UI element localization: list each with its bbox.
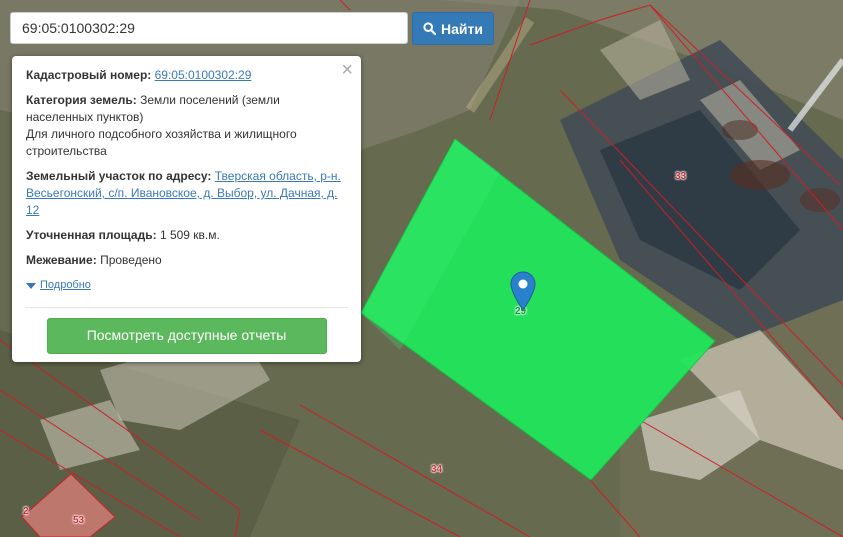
survey-label: Межевание: (26, 253, 97, 267)
cadastral-number-link[interactable]: 69:05:0100302:29 (155, 68, 252, 82)
location-marker-icon[interactable] (510, 271, 536, 311)
area-label: Уточненная площадь: (26, 228, 157, 242)
parcel-info-popup: × Кадастровый номер: 69:05:0100302:29 Ка… (12, 56, 361, 362)
cadastral-number-row: Кадастровый номер: 69:05:0100302:29 (26, 67, 347, 84)
land-category-row: Категория земель: Земли поселений (земли… (26, 92, 347, 160)
plot-number-label: 34 (431, 464, 443, 475)
close-icon[interactable]: × (341, 60, 353, 80)
view-reports-button[interactable]: Посмотреть доступные отчеты (46, 318, 327, 354)
triangle-down-icon (26, 282, 36, 289)
permitted-use-value: Для личного подсобного хозяйства и жилищ… (26, 127, 297, 158)
divider (25, 307, 348, 308)
address-label: Земельный участок по адресу: (26, 169, 212, 183)
search-icon (423, 22, 437, 35)
details-link[interactable]: Подробно (40, 277, 91, 294)
cadastral-number-label: Кадастровый номер: (26, 68, 152, 82)
survey-value: Проведено (100, 253, 162, 267)
address-row: Земельный участок по адресу: Тверская об… (26, 168, 347, 219)
survey-row: Межевание: Проведено (26, 252, 347, 269)
land-category-label: Категория земель: (26, 93, 137, 107)
plot-number-label: 33 (675, 171, 687, 182)
details-toggle[interactable]: Подробно (26, 277, 347, 294)
search-button[interactable]: Найти (412, 12, 494, 45)
plot-number-label: 53 (73, 515, 85, 526)
cadastral-search-input[interactable] (10, 12, 408, 44)
area-row: Уточненная площадь: 1 509 кв.м. (26, 227, 347, 244)
plot-number-label: 2 (23, 506, 29, 517)
area-value: 1 509 кв.м. (159, 228, 220, 242)
search-button-label: Найти (441, 20, 483, 37)
